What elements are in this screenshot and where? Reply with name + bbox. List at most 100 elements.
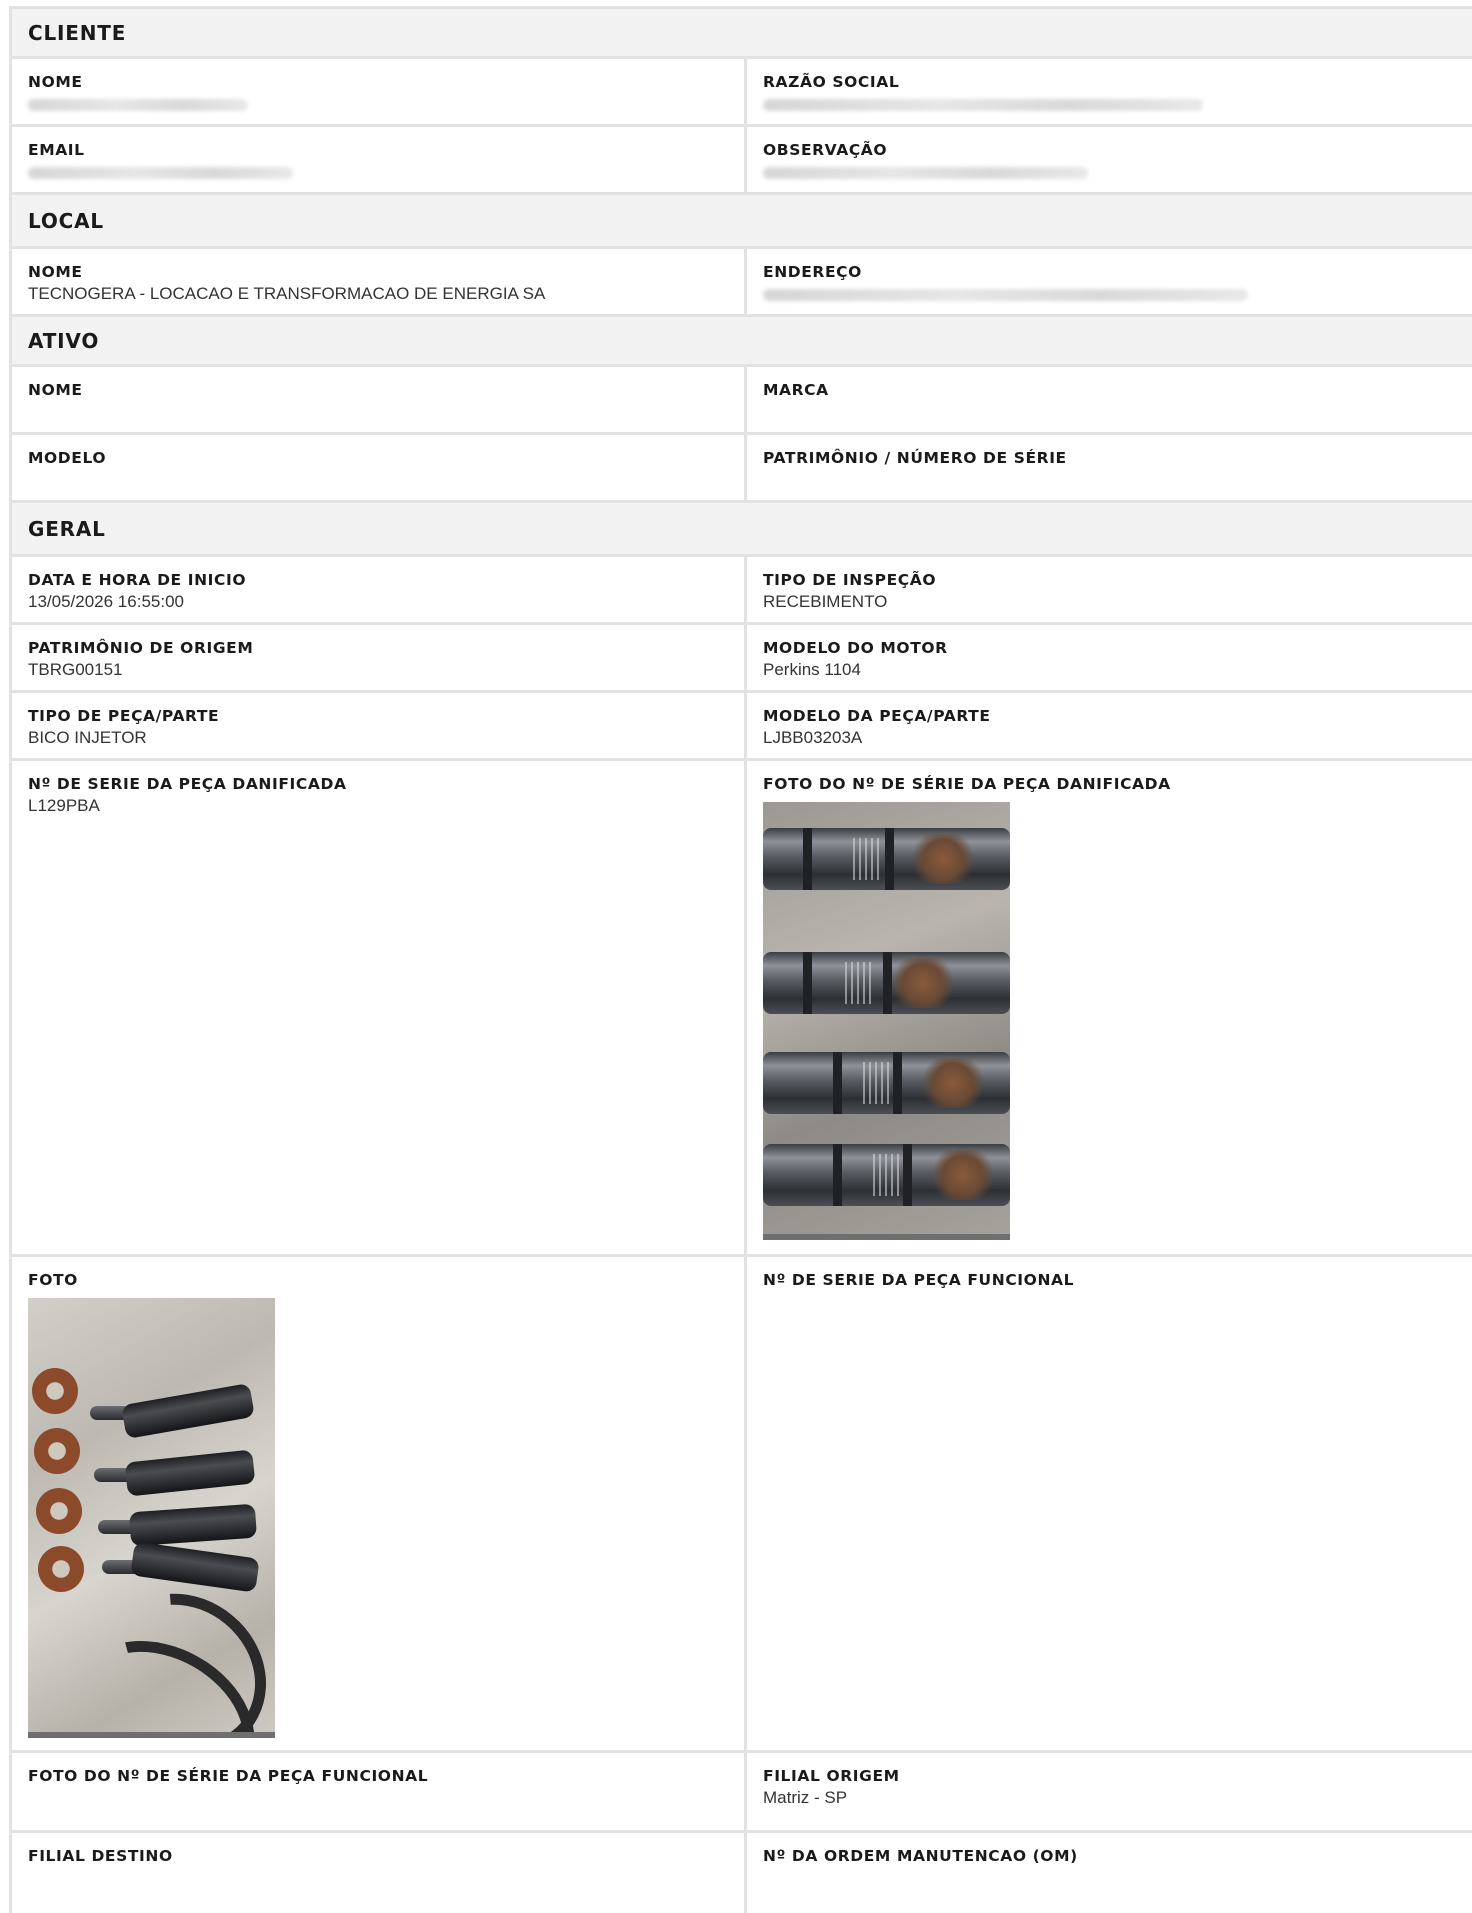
geral-serie-funcional-cell: Nº DE SERIE DA PEÇA FUNCIONAL [747,1257,1472,1750]
geral-modelo-motor-cell: MODELO DO MOTOR Perkins 1104 [747,625,1472,690]
injector-shape [763,1144,1010,1206]
geral-tipo-peca-cell: TIPO DE PEÇA/PARTE BICO INJETOR [12,693,747,758]
geral-row-1: DATA E HORA DE INICIO 13/05/2026 16:55:0… [12,557,1472,625]
geral-ordem-manutencao-cell: Nº DA ORDEM MANUTENCAO (OM) [747,1833,1472,1913]
injector-stamp [863,1062,893,1104]
injector-band [885,828,894,890]
injector-rust [933,1150,993,1200]
geral-serie-danificada-value: L129PBA [28,796,100,815]
geral-patrimonio-origem-value: TBRG00151 [28,660,123,679]
washer-shape [36,1488,82,1534]
damaged-serial-photo[interactable] [763,802,1010,1240]
geral-row-5: FOTO Nº DE SERIE DA PEÇA FUNCIONAL [12,1257,1472,1753]
injector-shape [763,828,1010,890]
geral-row-3: TIPO DE PEÇA/PARTE BICO INJETOR MODELO D… [12,693,1472,761]
injector-band [833,1052,842,1114]
cliente-observacao-label: OBSERVAÇÃO [763,141,888,159]
geral-foto-serie-funcional-cell: FOTO DO Nº DE SÉRIE DA PEÇA FUNCIONAL [12,1753,747,1830]
geral-data-inicio-cell: DATA E HORA DE INICIO 13/05/2026 16:55:0… [12,557,747,622]
geral-serie-danificada-cell: Nº DE SERIE DA PEÇA DANIFICADA L129PBA [12,761,747,1254]
geral-patrimonio-origem-cell: PATRIMÔNIO DE ORIGEM TBRG00151 [12,625,747,690]
cliente-razao-social-cell: RAZÃO SOCIAL [747,59,1472,124]
injector-band [893,1052,902,1114]
local-row-1: NOME TECNOGERA - LOCACAO E TRANSFORMACAO… [12,249,1472,317]
geral-modelo-motor-label: MODELO DO MOTOR [763,639,948,657]
ativo-row-2: MODELO PATRIMÔNIO / NÚMERO DE SÉRIE [12,435,1472,503]
geral-filial-destino-label: FILIAL DESTINO [28,1847,173,1865]
overview-photo[interactable] [28,1298,275,1738]
geral-row-7: FILIAL DESTINO Nº DA ORDEM MANUTENCAO (O… [12,1833,1472,1913]
ativo-marca-label: MARCA [763,381,829,399]
geral-data-inicio-value: 13/05/2026 16:55:00 [28,592,184,611]
ativo-patrimonio-cell: PATRIMÔNIO / NÚMERO DE SÉRIE [747,435,1472,500]
washer-shape [32,1368,78,1414]
geral-foto-serie-danificada-label: FOTO DO Nº DE SÉRIE DA PEÇA DANIFICADA [763,775,1171,793]
ativo-modelo-label: MODELO [28,449,107,467]
washer-shape [34,1428,80,1474]
injector-band [803,828,812,890]
ativo-nome-label: NOME [28,381,83,399]
ativo-nome-cell: NOME [12,367,747,432]
injector-band [883,952,892,1014]
injector-rust [893,958,953,1008]
geral-tipo-peca-value: BICO INJETOR [28,728,147,747]
washer-shape [38,1546,84,1592]
photo-timestamp-strip [28,1732,275,1738]
geral-foto-label: FOTO [28,1271,78,1289]
section-cliente-header: CLIENTE [12,9,1472,59]
cliente-razao-social-label: RAZÃO SOCIAL [763,73,900,91]
local-nome-cell: NOME TECNOGERA - LOCACAO E TRANSFORMACAO… [12,249,747,314]
geral-ordem-manutencao-label: Nº DA ORDEM MANUTENCAO (OM) [763,1847,1078,1865]
local-endereco-label: ENDEREÇO [763,263,862,281]
section-geral-header: GERAL [12,503,1472,557]
geral-filial-origem-value: Matriz - SP [763,1788,848,1807]
nozzle-shape [128,1503,258,1547]
cliente-nome-label: NOME [28,73,83,91]
inspection-report: CLIENTE NOME RAZÃO SOCIAL EMAIL OBSERVAÇ… [9,6,1472,1913]
geral-serie-funcional-label: Nº DE SERIE DA PEÇA FUNCIONAL [763,1271,1075,1289]
geral-filial-origem-label: FILIAL ORIGEM [763,1767,900,1785]
cliente-nome-cell: NOME [12,59,747,124]
geral-serie-danificada-label: Nº DE SERIE DA PEÇA DANIFICADA [28,775,347,793]
geral-row-2: PATRIMÔNIO DE ORIGEM TBRG00151 MODELO DO… [12,625,1472,693]
geral-data-inicio-label: DATA E HORA DE INICIO [28,571,247,589]
cliente-email-label: EMAIL [28,141,85,159]
photo-timestamp-strip [763,1234,1010,1240]
geral-patrimonio-origem-label: PATRIMÔNIO DE ORIGEM [28,639,254,657]
local-endereco-cell: ENDEREÇO [747,249,1472,314]
section-local-header: LOCAL [12,195,1472,249]
injector-shape [763,1052,1010,1114]
cliente-observacao-cell: OBSERVAÇÃO [747,127,1472,192]
injector-band [803,952,812,1014]
geral-row-6: FOTO DO Nº DE SÉRIE DA PEÇA FUNCIONAL FI… [12,1753,1472,1833]
local-nome-value: TECNOGERA - LOCACAO E TRANSFORMACAO DE E… [28,284,546,303]
section-ativo-header: ATIVO [12,317,1472,367]
cliente-row-2: EMAIL OBSERVAÇÃO [12,127,1472,195]
cliente-email-cell: EMAIL [12,127,747,192]
geral-row-4: Nº DE SERIE DA PEÇA DANIFICADA L129PBA F… [12,761,1472,1257]
injector-band [903,1144,912,1206]
geral-tipo-peca-label: TIPO DE PEÇA/PARTE [28,707,220,725]
injector-shape [763,952,1010,1014]
geral-foto-cell: FOTO [12,1257,747,1750]
local-endereco-redacted [763,289,1248,301]
geral-tipo-inspecao-cell: TIPO DE INSPEÇÃO RECEBIMENTO [747,557,1472,622]
cliente-email-redacted [28,167,293,179]
geral-tipo-inspecao-label: TIPO DE INSPEÇÃO [763,571,937,589]
nozzle-shape [121,1382,255,1440]
cliente-row-1: NOME RAZÃO SOCIAL [12,59,1472,127]
cliente-razao-social-redacted [763,99,1203,111]
ativo-modelo-cell: MODELO [12,435,747,500]
ativo-marca-cell: MARCA [747,367,1472,432]
geral-filial-origem-cell: FILIAL ORIGEM Matriz - SP [747,1753,1472,1830]
local-nome-label: NOME [28,263,83,281]
ativo-patrimonio-label: PATRIMÔNIO / NÚMERO DE SÉRIE [763,449,1067,467]
injector-stamp [873,1154,903,1196]
geral-filial-destino-cell: FILIAL DESTINO [12,1833,747,1913]
geral-modelo-peca-label: MODELO DA PEÇA/PARTE [763,707,991,725]
geral-tipo-inspecao-value: RECEBIMENTO [763,592,888,611]
ativo-row-1: NOME MARCA [12,367,1472,435]
injector-band [833,1144,842,1206]
geral-modelo-peca-value: LJBB03203A [763,728,863,747]
cliente-nome-redacted [28,99,248,111]
